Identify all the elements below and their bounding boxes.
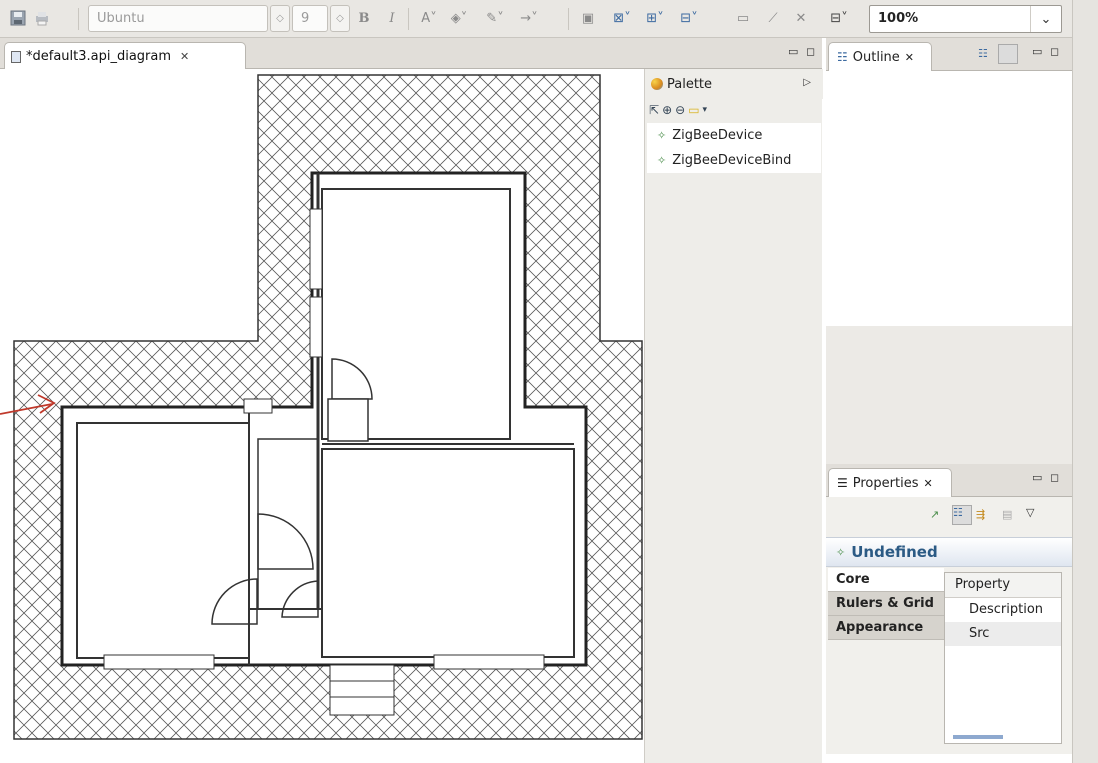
zoom-value: 100% <box>878 11 919 26</box>
arrange-all-icon[interactable]: ⊠˅ <box>608 6 636 30</box>
font-color-icon[interactable]: A˅ <box>416 6 442 30</box>
palette-tools: ⇱ ⊕ ⊖ ▭ ▾ <box>649 99 707 121</box>
maximize-icon[interactable]: ◻ <box>1050 471 1061 484</box>
minimize-icon[interactable]: ▭ <box>788 45 800 58</box>
outline-icon: ☷ <box>837 50 848 64</box>
font-name-combo[interactable]: Ubuntu <box>88 5 268 32</box>
editor-tab-bar: *default3.api_diagram ✕ ▭ ◻ <box>0 38 822 70</box>
properties-tab-bar: ☰ Properties ✕ ▭ ◻ <box>826 464 1072 497</box>
line-color-icon[interactable]: ✎˅ <box>480 6 510 30</box>
outline-view: ☷ Outline ✕ ☷ ▭ ◻ <box>826 38 1072 326</box>
palette-title: Palette <box>667 76 713 92</box>
font-name-value: Ubuntu <box>97 11 145 26</box>
route-icon[interactable]: ⟋ <box>764 6 782 30</box>
italic-icon[interactable]: I <box>384 6 400 30</box>
palette-item-label: ZigBeeDeviceBind <box>672 153 792 168</box>
save-icon[interactable] <box>8 6 28 30</box>
properties-title: Properties <box>852 475 919 491</box>
bold-icon[interactable]: B <box>356 6 372 30</box>
layout-icon[interactable]: ⊟˅ <box>674 6 704 30</box>
column-header-property[interactable]: Property <box>945 573 1061 598</box>
properties-view: ☰ Properties ✕ ▭ ◻ ↗ ☷ ⇶ ▤ ▽ ✧ Undefined… <box>826 464 1072 754</box>
element-icon: ✧ <box>836 545 846 559</box>
align-icon[interactable]: ⊞˅ <box>640 6 670 30</box>
table-row[interactable]: Description <box>945 598 1061 622</box>
view-menu-icon[interactable]: ▽ <box>1026 506 1036 519</box>
table-row[interactable]: Src <box>945 622 1061 646</box>
tab-rulers-grid[interactable]: Rulers & Grid <box>828 592 944 616</box>
categories-icon[interactable]: ☷ <box>952 505 972 525</box>
pin-icon[interactable]: ↗ <box>930 508 941 521</box>
zoom-out-icon[interactable]: ⊖ <box>675 103 685 117</box>
tree-view-icon[interactable]: ☷ <box>978 47 990 60</box>
view-menu-icon[interactable]: ⊟˅ <box>822 6 856 30</box>
palette-header: Palette ▷ <box>645 69 823 99</box>
selection-title: Undefined <box>851 543 938 561</box>
properties-toolbar: ↗ ☷ ⇶ ▤ ▽ <box>826 500 1072 530</box>
font-size-dropdown[interactable]: ◇ <box>330 5 350 32</box>
tab-properties[interactable]: ☰ Properties ✕ <box>828 468 952 497</box>
tab-appearance[interactable]: Appearance <box>828 616 944 640</box>
floor-plan-image <box>0 74 643 740</box>
advanced-icon[interactable]: ⇶ <box>976 508 987 521</box>
palette-item-zigbeedevice[interactable]: ✧ ZigBeeDevice <box>647 123 821 148</box>
palette-item-zigbeedevicebind[interactable]: ✧ ZigBeeDeviceBind <box>647 148 821 173</box>
close-icon[interactable]: ✕ <box>180 50 189 63</box>
chevron-down-icon[interactable]: ⌄ <box>1030 6 1061 32</box>
maximize-icon[interactable]: ◻ <box>806 45 817 58</box>
minimize-icon[interactable]: ▭ <box>1032 471 1044 484</box>
fill-color-icon[interactable]: ◈˅ <box>446 6 472 30</box>
properties-heading: ✧ Undefined <box>826 537 1072 567</box>
properties-table: Property Description Src <box>944 572 1062 744</box>
overview-icon[interactable] <box>998 44 1018 64</box>
tab-title: *default3.api_diagram <box>26 49 172 64</box>
window-edge <box>1072 0 1098 763</box>
delete-route-icon[interactable]: ✕ <box>792 6 810 30</box>
toolbar-separator <box>568 8 569 30</box>
font-size-value: 9 <box>301 11 310 26</box>
auto-size-icon[interactable]: ▭ <box>734 6 752 30</box>
zoom-in-icon[interactable]: ⊕ <box>662 103 672 117</box>
print-icon[interactable] <box>32 6 52 30</box>
maximize-icon[interactable]: ◻ <box>1050 45 1061 58</box>
horizontal-scrollbar[interactable] <box>953 735 1003 739</box>
toolbar-separator <box>408 8 409 30</box>
palette-item-label: ZigBeeDevice <box>672 128 763 143</box>
chevron-down-icon[interactable]: ▾ <box>703 105 708 115</box>
palette-list: ✧ ZigBeeDevice ✧ ZigBeeDeviceBind <box>647 123 821 173</box>
font-name-dropdown[interactable]: ◇ <box>270 5 290 32</box>
outline-tab-bar: ☷ Outline ✕ ☷ ▭ ◻ <box>826 38 1072 71</box>
element-icon: ✧ <box>657 129 667 142</box>
element-icon: ✧ <box>657 154 667 167</box>
diagram-file-icon <box>11 50 21 63</box>
outline-title: Outline <box>852 49 900 65</box>
tab-default3-diagram[interactable]: *default3.api_diagram ✕ <box>4 42 246 70</box>
close-icon[interactable]: ✕ <box>923 477 932 490</box>
palette-panel: Palette ▷ ⇱ ⊕ ⊖ ▭ ▾ ✧ ZigBeeDevice ✧ Zig… <box>644 69 823 763</box>
palette-icon <box>651 78 663 90</box>
properties-icon: ☰ <box>837 476 848 490</box>
toolbar-separator <box>78 8 79 30</box>
collapse-icon[interactable]: ▷ <box>803 77 811 88</box>
arrow-style-icon[interactable]: →˅ <box>514 6 544 30</box>
view-separator <box>826 326 1072 464</box>
restore-default-icon[interactable]: ▤ <box>1002 508 1014 521</box>
close-icon[interactable]: ✕ <box>905 51 914 64</box>
main-toolbar: Ubuntu ◇ 9 ◇ B I A˅ ◈˅ ✎˅ →˅ ▣ ⊠˅ ⊞˅ ⊟˅ … <box>0 0 1098 38</box>
zoom-combo[interactable]: 100% ⌄ <box>869 5 1062 33</box>
diagram-canvas[interactable] <box>0 69 644 763</box>
properties-tabs: Core Rulers & Grid Appearance <box>828 568 944 640</box>
copy-format-icon[interactable]: ▣ <box>578 6 598 30</box>
note-tool-icon[interactable]: ▭ <box>688 103 699 117</box>
tab-core[interactable]: Core <box>828 568 944 592</box>
tab-outline[interactable]: ☷ Outline ✕ <box>828 42 932 71</box>
select-tool-icon[interactable]: ⇱ <box>649 103 659 117</box>
minimize-icon[interactable]: ▭ <box>1032 45 1044 58</box>
font-size-combo[interactable]: 9 <box>292 5 328 32</box>
